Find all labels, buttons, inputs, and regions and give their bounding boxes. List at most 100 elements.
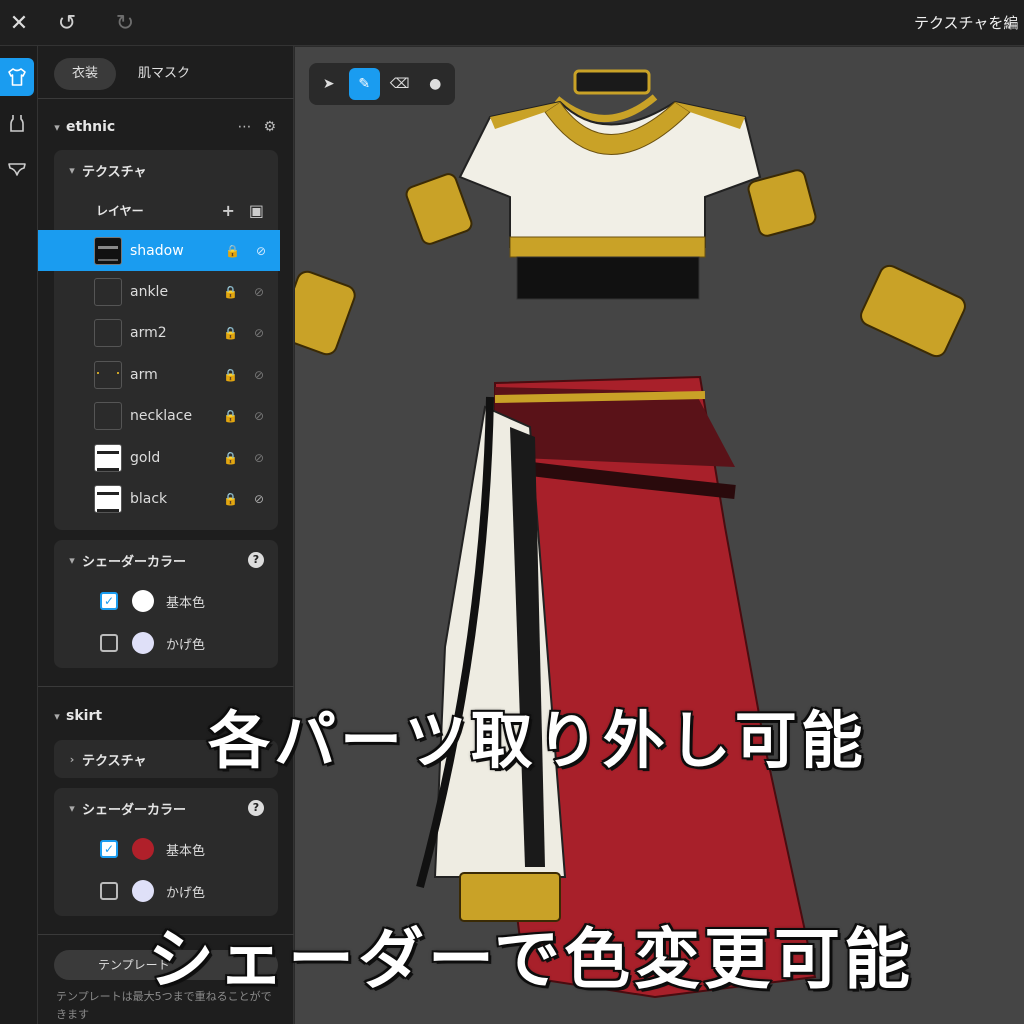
color-swatch[interactable] [132,590,154,612]
layer-name: black [130,491,168,508]
shader-header[interactable]: ▾ シェーダーカラー ? [54,788,278,828]
eye-off-icon[interactable]: ⊘ [256,244,266,258]
eraser-icon[interactable]: ⌫ [384,68,416,100]
texture-header[interactable]: ▾ テクスチャ [54,150,278,190]
lock-icon[interactable]: 🔒 [223,409,238,423]
layer-thumbnail [94,236,122,265]
shader-title: シェーダーカラー [82,554,187,570]
color-swatch[interactable] [132,632,154,654]
layer-name: arm2 [130,325,167,342]
lock-icon[interactable]: 🔒 [223,492,238,506]
overlay-caption-2: シェーダーで色変更可能 [146,920,915,1000]
redo-icon[interactable]: ↻ [110,8,140,38]
chevron-down-icon[interactable]: ▾ [54,554,82,567]
chevron-right-icon[interactable]: › [54,753,82,766]
dropper-icon[interactable]: ● [420,68,452,100]
color-label: 基本色 [166,595,206,611]
layer-name: shadow [130,242,184,259]
eye-off-icon[interactable]: ⊘ [254,285,264,299]
layer-name: ankle [130,284,169,301]
shirt-icon[interactable] [0,58,34,96]
help-icon[interactable]: ? [248,800,264,816]
layer-name: arm [130,366,158,383]
texture-canvas[interactable]: ➤ ✎ ⌫ ● [295,47,1024,1024]
chevron-down-icon[interactable]: ▾ [38,121,66,134]
layer-toolbar: レイヤー + ▣ [54,190,278,230]
eye-off-icon[interactable]: ⊘ [254,368,264,382]
divider [38,98,294,99]
layer-row[interactable]: ankle 🔒 ⊘ [54,271,278,312]
shader-color-card: ▾ シェーダーカラー ? ✓ 基本色 かげ色 [54,540,278,668]
chevron-down-icon[interactable]: ▾ [38,710,66,723]
eye-off-icon[interactable]: ⊘ [254,451,264,465]
pencil-icon[interactable]: ✎ [348,68,380,100]
add-image-icon[interactable]: ▣ [249,201,264,220]
layer-name: necklace [130,408,193,425]
eye-off-icon[interactable]: ⊘ [254,326,264,340]
lock-icon[interactable]: 🔒 [223,451,238,465]
section-ethnic[interactable]: ▾ ethnic ⋯ ⚙ [38,107,294,147]
layer-row[interactable]: shadow 🔒 ⊘ [38,230,280,272]
shader-color-row: ✓ 基本色 [54,580,278,622]
undo-icon[interactable]: ↺ [52,8,82,38]
overlay-caption-1: 各パーツ取り外し可能 [207,703,867,779]
color-swatch[interactable] [132,838,154,860]
layer-panel: 衣装 肌マスク ▾ ethnic ⋯ ⚙ ▾ テクスチャ レイヤー + ▣ sh… [38,46,294,1024]
lock-icon[interactable]: 🔒 [225,244,240,258]
layer-thumbnail [94,319,122,348]
more-icon[interactable]: ⋯ [237,119,251,135]
pointer-icon[interactable]: ➤ [313,68,345,100]
shader-color-row: ✓ 基本色 [54,828,278,870]
shade-color-checkbox[interactable] [100,634,118,652]
layer-row[interactable]: arm 🔒 ⊘ [54,354,278,395]
base-color-checkbox[interactable]: ✓ [100,592,118,610]
color-swatch[interactable] [132,880,154,902]
lock-icon[interactable]: 🔒 [223,368,238,382]
eye-off-icon[interactable]: ⊘ [254,492,264,506]
tab-costume[interactable]: 衣装 [54,58,117,90]
close-icon[interactable]: ✕ [0,0,38,46]
layers-label: レイヤー [96,203,144,218]
tank-top-icon[interactable] [0,104,34,142]
page-title: テクスチャを編 [914,14,1019,32]
tab-skin-mask[interactable]: 肌マスク [120,58,208,90]
top-bar: ✕ ↺ ↻ テクスチャを編 [0,0,1024,46]
texture-title: テクスチャ [82,753,147,769]
category-rail [0,46,38,1024]
layer-row[interactable]: gold 🔒 ⊘ [54,437,278,478]
layer-thumbnail [94,485,122,514]
shader-header[interactable]: ▾ シェーダーカラー ? [54,540,278,580]
shade-color-checkbox[interactable] [100,882,118,900]
divider [38,686,294,687]
base-color-checkbox[interactable]: ✓ [100,840,118,858]
lock-icon[interactable]: 🔒 [223,326,238,340]
panel-tabs: 衣装 肌マスク [54,58,208,90]
layer-row[interactable]: necklace 🔒 ⊘ [54,396,278,437]
settings-sliders-icon[interactable]: ⚙ [263,119,276,135]
help-icon[interactable]: ? [248,552,264,568]
add-layer-icon[interactable]: + [221,201,234,220]
color-label: かげ色 [166,885,206,901]
section-name: ethnic [66,119,116,135]
shader-title: シェーダーカラー [82,802,187,818]
texture-card: ▾ テクスチャ レイヤー + ▣ shadow 🔒 ⊘ ankle 🔒 ⊘ ar… [38,150,280,530]
skirt-shader-color-card: ▾ シェーダーカラー ? ✓ 基本色 かげ色 [54,788,278,916]
shader-color-row: かげ色 [54,622,278,664]
layer-thumbnail [94,278,122,307]
texture-title: テクスチャ [82,164,147,180]
layer-name: gold [130,449,161,466]
tool-palette: ➤ ✎ ⌫ ● [309,63,455,105]
layer-row[interactable]: black 🔒 ⊘ [54,478,278,519]
chevron-down-icon[interactable]: ▾ [54,164,82,177]
eye-off-icon[interactable]: ⊘ [254,409,264,423]
lock-icon[interactable]: 🔒 [223,285,238,299]
layer-thumbnail [94,402,122,431]
layer-row[interactable]: arm2 🔒 ⊘ [54,313,278,354]
underwear-icon[interactable] [0,150,34,188]
color-label: 基本色 [166,843,206,859]
color-label: かげ色 [166,637,206,653]
layer-thumbnail [94,360,122,389]
garment-preview [295,69,966,999]
chevron-down-icon[interactable]: ▾ [54,802,82,815]
layer-thumbnail [94,443,122,472]
